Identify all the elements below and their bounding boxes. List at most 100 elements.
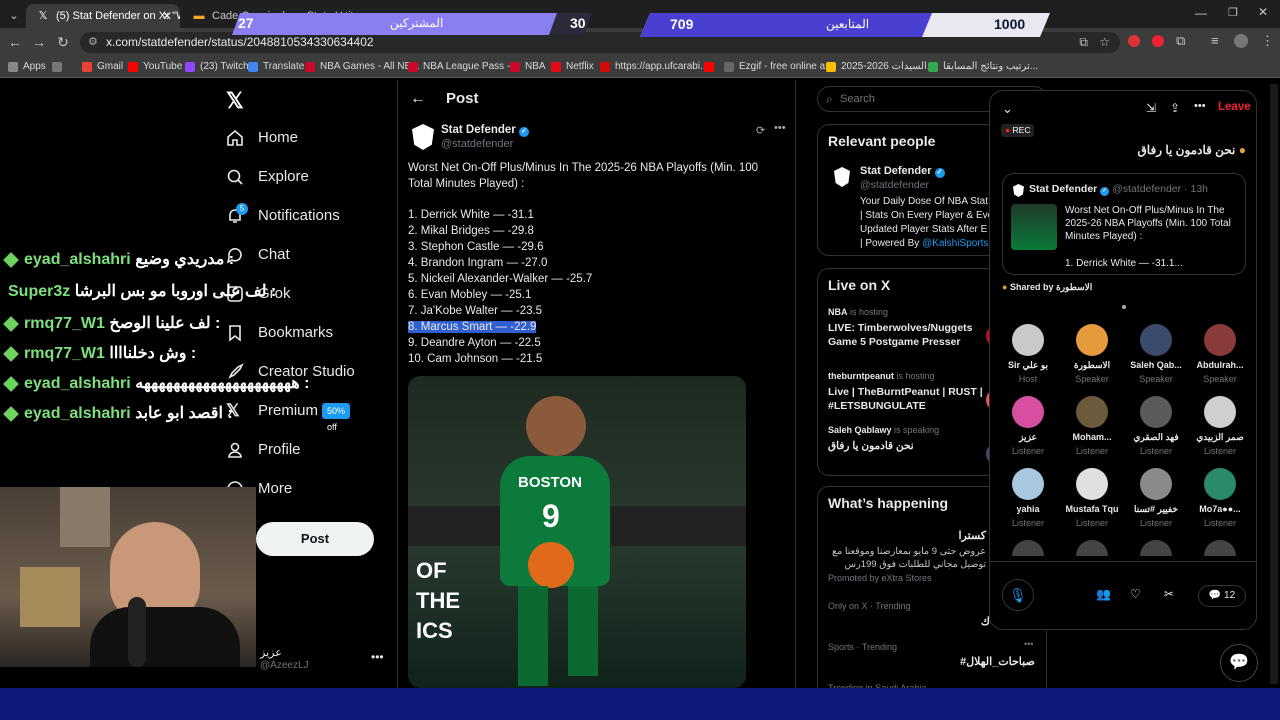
minimize-space-icon[interactable]: ⇲ <box>1146 101 1156 115</box>
participant-avatar[interactable] <box>1012 396 1044 428</box>
participant-avatar[interactable] <box>1076 540 1108 556</box>
bookmark-twitch[interactable]: (23) Twitch <box>185 59 249 75</box>
live-item[interactable]: NBA is hosting LIVE: Timberwolves/Nuggets… <box>828 307 983 349</box>
bookmark-standings[interactable]: ترتيب ونتائج المسابقا... <box>928 59 1038 75</box>
bookmark-youtube[interactable]: YouTube <box>128 59 182 75</box>
replies-button[interactable]: 💬 12 <box>1198 585 1246 607</box>
participant-name[interactable]: خفيير #تسنا <box>1124 504 1188 515</box>
live-item[interactable]: Saleh Qablawy is speaking نحن قادمون يا ر… <box>828 425 983 453</box>
stat-defender-avatar[interactable] <box>834 167 850 187</box>
space-options-icon[interactable]: ••• <box>1194 100 1206 112</box>
scrollbar[interactable] <box>1270 84 1278 684</box>
participant-avatar[interactable] <box>1076 324 1108 356</box>
bookmark-gmail[interactable]: Gmail <box>82 59 123 75</box>
author-name[interactable]: Stat Defender ✓ <box>441 124 529 137</box>
clip-icon[interactable]: ✂ <box>1164 587 1174 601</box>
bookmark-youtube-2[interactable] <box>704 59 719 75</box>
extension-icon[interactable] <box>1128 35 1140 47</box>
participant-name[interactable]: Saleh Qab... <box>1124 360 1188 370</box>
quoted-post[interactable]: Stat Defender ✓ @statdefender · 13h Wors… <box>1002 173 1246 275</box>
react-heart-icon[interactable]: ♡ <box>1130 587 1141 601</box>
post-options-icon[interactable]: ••• <box>774 122 786 134</box>
bookmark-apps[interactable]: Apps <box>8 59 46 75</box>
bookmark-grid[interactable] <box>52 59 67 75</box>
trend-name[interactable]: #صباحات_الهلال <box>960 655 1035 668</box>
participant-avatar[interactable] <box>1076 468 1108 500</box>
bookmark-ufc[interactable]: https://app.ufcarabi... <box>600 59 708 75</box>
profile-avatar[interactable] <box>1234 34 1248 48</box>
bookmark-league-pass[interactable]: NBA League Pass -... <box>408 59 519 75</box>
forward-icon[interactable]: → <box>30 33 48 51</box>
sidebar-item-profile[interactable]: Profile <box>226 435 301 465</box>
bookmark-netflix[interactable]: Netflix <box>551 59 594 75</box>
tab-search-dropdown[interactable]: ⌄ <box>4 4 24 28</box>
bookmark-translate[interactable]: Translate <box>248 59 304 75</box>
bookmark-ezgif[interactable]: Ezgif - free online a... <box>724 59 834 75</box>
participant-name[interactable]: yahia <box>996 504 1060 514</box>
bookmark-nba[interactable]: NBA <box>510 59 546 75</box>
extension-icon[interactable] <box>1152 35 1164 47</box>
participant-avatar[interactable] <box>1012 324 1044 356</box>
chrome-menu-icon[interactable]: ⋮ <box>1261 33 1274 49</box>
close-icon[interactable]: ✕ <box>162 4 172 28</box>
participant-avatar[interactable] <box>1140 540 1172 556</box>
rp-name[interactable]: Stat Defender ✓ <box>860 165 945 178</box>
participant-name[interactable]: Sir بو علي <box>996 360 1060 371</box>
sidebar-item-explore[interactable]: Explore <box>226 162 309 192</box>
browser-tab-active[interactable]: 𝕏 (5) Stat Defender on X: "Wo ✕ <box>26 4 180 28</box>
x-logo-icon[interactable]: 𝕏 <box>226 88 244 114</box>
participant-avatar[interactable] <box>1012 468 1044 500</box>
participant-avatar[interactable] <box>1204 540 1236 556</box>
sidebar-item-bookmarks[interactable]: Bookmarks <box>226 318 333 348</box>
participant-avatar[interactable] <box>1204 396 1236 428</box>
trend-more-icon[interactable]: ••• <box>1024 639 1033 649</box>
minimize-icon[interactable]: — <box>1195 6 1207 20</box>
share-icon[interactable]: ⇪ <box>1170 101 1180 115</box>
sidebar-item-notifications[interactable]: 5 Notifications <box>226 201 340 231</box>
install-icon[interactable]: ⧉ <box>1079 32 1088 53</box>
bookmark-star-icon[interactable]: ☆ <box>1099 32 1110 53</box>
microphone-icon[interactable]: 🎙 <box>1002 579 1034 611</box>
window-close-icon[interactable]: ✕ <box>1258 5 1268 19</box>
back-icon[interactable]: ← <box>6 33 24 51</box>
participant-name[interactable]: Mustafa Tqu <box>1060 504 1124 514</box>
grok-analyze-icon[interactable]: ⟳ <box>756 124 765 137</box>
reload-icon[interactable]: ↻ <box>54 33 72 51</box>
stat-defender-avatar[interactable] <box>412 124 434 150</box>
sidebar-item-home[interactable]: Home <box>226 123 298 153</box>
participant-name[interactable]: فهد الصقري <box>1124 432 1188 443</box>
back-arrow-icon[interactable]: ← <box>410 90 426 108</box>
sidebar-item-premium[interactable]: 𝕏 Premium 50% off <box>226 396 351 432</box>
participant-avatar[interactable] <box>1140 324 1172 356</box>
maximize-icon[interactable]: ❐ <box>1228 6 1238 19</box>
media-icon[interactable]: ≡ <box>1211 33 1219 48</box>
account-menu-icon[interactable]: ••• <box>371 650 384 664</box>
participant-avatar[interactable] <box>1140 396 1172 428</box>
participant-avatar[interactable] <box>1140 468 1172 500</box>
collapse-chevron-icon[interactable]: ⌄ <box>1002 101 1013 117</box>
participant-name[interactable]: صمر الزبيدي <box>1188 432 1252 443</box>
participant-name[interactable]: Mo7a●●... <box>1188 504 1252 514</box>
site-info-icon[interactable]: ⚙ <box>88 32 98 53</box>
bookmark-drive[interactable]: السيدات 2026-2025... <box>826 59 935 75</box>
messages-icon[interactable]: 💬 <box>1220 644 1258 682</box>
people-icon[interactable]: 👥 <box>1096 587 1111 601</box>
participant-avatar[interactable] <box>1204 468 1236 500</box>
participant-name[interactable]: Moham... <box>1060 432 1124 442</box>
kalshi-link[interactable]: @KalshiSports <box>922 238 988 249</box>
tweet-image[interactable]: OF THE ICS BOSTON 9 <box>408 376 746 688</box>
leave-button[interactable]: Leave <box>1218 101 1251 113</box>
followers-current: 709 <box>670 16 694 32</box>
post-button[interactable]: Post <box>256 522 374 556</box>
bookmark-nba-games[interactable]: NBA Games - All NB... <box>305 59 419 75</box>
live-item[interactable]: theburntpeanut is hosting Live | TheBurnt… <box>828 371 983 413</box>
participant-avatar[interactable] <box>1012 540 1044 556</box>
participant-avatar[interactable] <box>1076 396 1108 428</box>
sidebar-item-chat[interactable]: Chat <box>226 240 290 270</box>
participant-name[interactable]: Abdulrah... <box>1188 360 1252 370</box>
participant-name[interactable]: الاسطورة <box>1060 360 1124 371</box>
participant-avatar[interactable] <box>1204 324 1236 356</box>
participant-name[interactable]: عزيز <box>996 432 1060 443</box>
trend-name[interactable]: كسترا <box>959 529 987 542</box>
extensions-puzzle-icon[interactable]: ⧉ <box>1176 33 1185 49</box>
